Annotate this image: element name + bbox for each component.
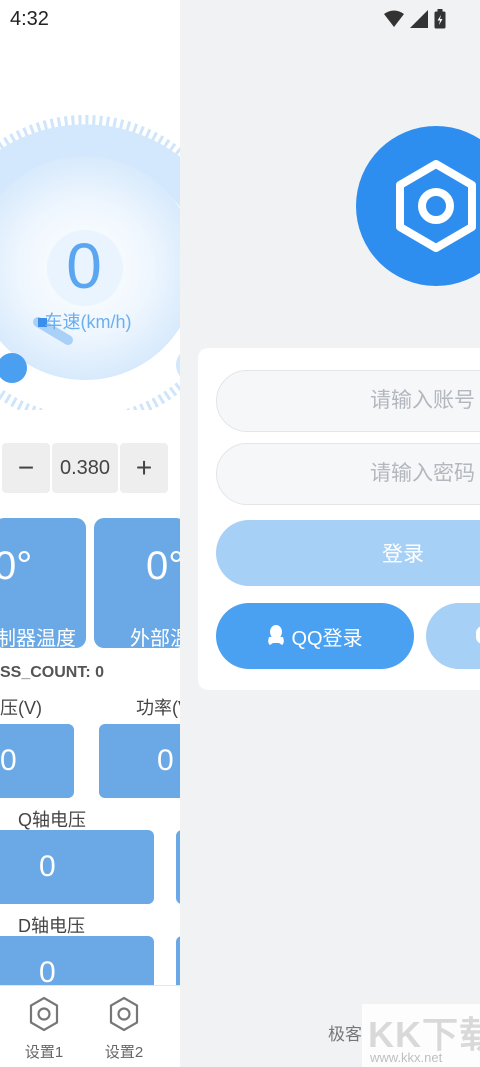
increment-button[interactable]: + [120,443,168,493]
bottom-nav: 设置1 设置2 [0,985,180,1067]
speed-label: 车速(km/h) [44,312,132,332]
status-time: 4:32 [10,8,49,30]
q-axis-label: Q轴电压 [18,810,87,830]
status-icons [384,9,446,29]
watermark: KK下载 www.kkx.net [362,1004,480,1067]
voltage-box: 0 [0,724,74,798]
nav-label-settings-1: 设置1 [24,1044,64,1061]
power-value: 0 [157,744,174,777]
power-label: 功率(V [136,698,180,718]
qq-login-button[interactable]: QQ登录 [216,603,414,669]
account-input[interactable] [217,371,480,431]
stepper-value[interactable]: 0.380 [52,443,118,493]
qq-login-label: QQ登录 [291,627,363,650]
power-box: 0 [99,724,180,798]
hexagon-nut-icon [29,996,59,1032]
controller-temp-card: 0° 制器温度 [0,518,86,648]
nav-item-settings-2[interactable]: 设置2 [94,996,154,1062]
count-text: SS_COUNT: 0 [0,664,105,681]
nav-label-settings-2: 设置2 [104,1044,144,1061]
signal-icon [410,10,428,28]
dashboard-panel: 4:32 0 车速(km/h) − 0.380 + 0° 制器温度 0° 外部温… [0,0,180,1067]
watermark-url: www.kkx.net [370,1050,443,1065]
controller-temp-label: 制器温度 [0,628,76,648]
coefficient-stepper: − 0.380 + [2,443,168,493]
q-axis-value: 0 [39,850,56,883]
controller-temp-value: 0° [0,544,33,588]
decrement-button[interactable]: − [2,443,50,493]
footer-text: 极客 [328,1025,362,1044]
qq-penguin-icon [268,625,285,645]
voltage-value: 0 [0,744,17,777]
d-axis-label: D轴电压 [18,916,85,936]
nav-item-settings-1[interactable]: 设置1 [14,996,74,1062]
login-button[interactable]: 登录 [216,520,480,586]
hexagon-nut-icon [396,160,476,252]
account-field [216,370,480,432]
alternate-login-icon [476,626,480,644]
login-panel: 登录 QQ登录 极客 KK下载 www.kkx.net [180,0,480,1067]
password-input[interactable] [217,444,480,504]
voltage-label: 压(V) [0,698,42,718]
q-axis-box: 0 [0,830,154,904]
battery-icon [434,9,446,29]
external-temp-card: 0° 外部温 [94,518,180,648]
app-logo [356,126,480,286]
external-temp-value: 0° [146,544,180,588]
password-field [216,443,480,505]
login-card: 登录 QQ登录 [198,348,480,690]
speed-value: 0 [66,230,102,302]
wifi-icon [384,10,404,27]
external-temp-label: 外部温 [130,628,180,648]
alternate-login-button[interactable] [426,603,480,669]
hexagon-nut-icon [109,996,139,1032]
